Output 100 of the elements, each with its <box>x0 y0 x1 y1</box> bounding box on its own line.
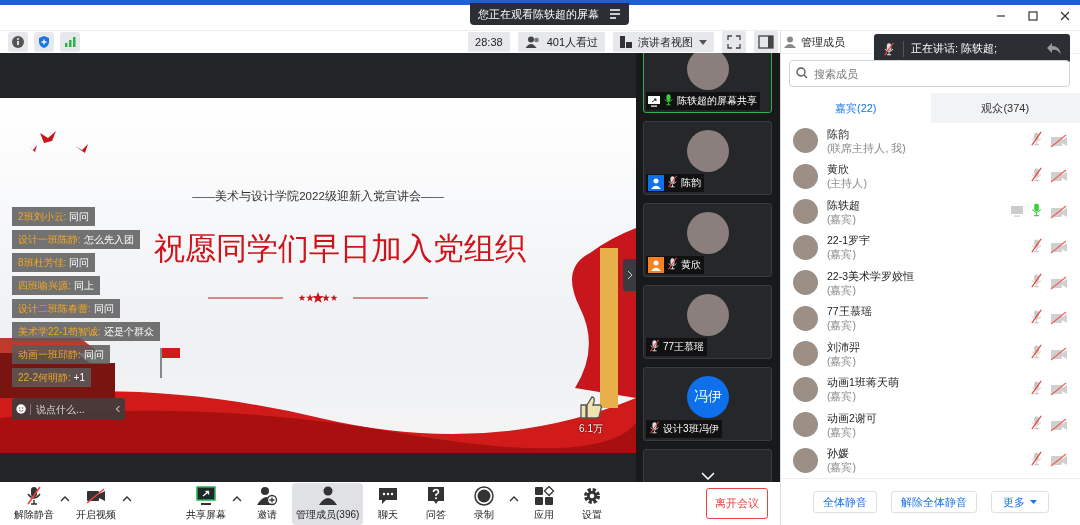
like-count: 6.1万 <box>579 422 603 436</box>
chat-message: 设计二班陈春蕾: 同问 <box>12 299 120 318</box>
member-name: 动画2谢可 <box>827 410 877 425</box>
member-row[interactable]: 动画1班蒋天萌 (嘉宾) <box>781 371 1080 407</box>
emoji-icon[interactable] <box>16 402 27 416</box>
member-row[interactable]: 22-3美术学罗姣恒 (嘉宾) <box>781 265 1080 301</box>
participant-name: 设计3班冯伊 <box>663 422 719 436</box>
caret-icon[interactable] <box>232 495 242 502</box>
avatar-photo-placeholder <box>793 412 818 438</box>
muted-mic-icon <box>666 175 679 188</box>
member-row[interactable]: 动画2谢可 (嘉宾) <box>781 407 1080 443</box>
member-role: (嘉宾) <box>827 282 857 297</box>
toolbar-button[interactable]: 聊天 <box>365 482 412 525</box>
meeting-timer: 28:38 <box>468 32 510 52</box>
chat-message: 美术学22-1苟智诚: 还是个群众 <box>12 322 160 341</box>
chat-message: 22-2何明静: +1 <box>12 368 91 387</box>
avatar-photo-placeholder <box>686 212 729 254</box>
members-icon <box>316 485 339 506</box>
video-off-icon <box>1050 204 1068 219</box>
avatar-photo-placeholder <box>793 128 818 154</box>
member-row[interactable]: 黄欣 (主持人) <box>781 158 1080 194</box>
caret-icon[interactable] <box>509 495 520 502</box>
toolbar-button[interactable]: 共享屏幕 <box>182 482 230 525</box>
caret-icon[interactable] <box>122 495 132 502</box>
video-tile[interactable]: 77王慕瑶 <box>643 285 772 359</box>
toolbar-button[interactable]: 开启视频 <box>72 482 120 525</box>
chat-input-bar[interactable]: 说点什么... <box>12 398 125 420</box>
video-off-icon <box>1050 382 1068 397</box>
toolbar-button[interactable]: 录制 <box>461 482 508 525</box>
view-mode-dropdown[interactable]: 演讲者视图 <box>613 32 714 52</box>
member-row[interactable]: 孙媛 (嘉宾) <box>781 442 1080 478</box>
expand-handle[interactable] <box>623 259 636 291</box>
member-row[interactable]: 刘沛羿 (嘉宾) <box>781 336 1080 372</box>
avatar-photo-placeholder <box>686 130 729 172</box>
toolbar-button[interactable]: 设置 <box>569 482 616 525</box>
caret-icon <box>1029 500 1037 504</box>
avatar-photo-placeholder <box>793 163 818 189</box>
member-row[interactable]: 陈轶超 (嘉宾) <box>781 194 1080 230</box>
close-icon[interactable] <box>1060 11 1070 21</box>
member-row[interactable]: 77王慕瑶 (嘉宾) <box>781 300 1080 336</box>
toolbar-button[interactable]: 邀请 <box>244 482 290 525</box>
member-tab[interactable]: 观众(374) <box>930 93 1080 123</box>
video-off-icon <box>1050 453 1068 468</box>
toolbar-button[interactable]: 问答 <box>413 482 460 525</box>
muted-mic-icon <box>648 421 661 434</box>
muted-mic-icon <box>1029 415 1044 431</box>
video-off-icon <box>1050 240 1068 255</box>
avatar-photo-placeholder <box>793 376 818 402</box>
member-row[interactable]: 22-1罗宇 (嘉宾) <box>781 229 1080 265</box>
avatar-photo-placeholder <box>686 294 729 336</box>
initials-avatar: 冯伊 <box>686 376 729 418</box>
toolbar-button[interactable]: 解除静音 <box>10 482 58 525</box>
avatar-photo-placeholder <box>686 53 729 90</box>
member-name: 22-1罗宇 <box>827 233 870 248</box>
fullscreen-icon[interactable] <box>722 31 746 53</box>
menu-icon[interactable] <box>609 9 621 19</box>
thumbs-up-icon[interactable] <box>578 394 604 420</box>
member-role: (嘉宾) <box>827 460 856 475</box>
side-panel-icon[interactable] <box>754 31 778 53</box>
leave-meeting-button[interactable]: 离开会议 <box>706 488 768 519</box>
avatar-photo-placeholder <box>793 199 818 225</box>
muted-mic-icon <box>648 339 661 352</box>
maximize-icon[interactable] <box>1028 11 1038 21</box>
screen-share-icon <box>648 95 660 107</box>
panel-button[interactable]: 解除全体静音 <box>890 491 977 513</box>
muted-mic-icon <box>1029 308 1044 324</box>
slide-subtitle: ——美术与设计学院2022级迎新入党宣讲会—— <box>192 189 444 204</box>
member-name: 陈轶超 <box>827 197 860 212</box>
scroll-down-icon[interactable] <box>700 472 715 480</box>
avatar-photo-placeholder <box>793 447 818 473</box>
chat-input-field[interactable]: 说点什么... <box>30 403 112 415</box>
reply-arrow-icon[interactable] <box>1046 41 1062 56</box>
chat-message: 8班杜芳佳: 同问 <box>12 253 96 272</box>
video-tile[interactable]: 陈轶超的屏幕共享 <box>643 53 772 113</box>
member-row[interactable]: 陈韵 (联席主持人, 我) <box>781 123 1080 159</box>
collapse-icon[interactable] <box>115 404 121 414</box>
toolbar-button[interactable]: 管理成员(396) <box>292 482 364 525</box>
toolbar-button[interactable]: 应用 <box>521 482 568 525</box>
shield-icon[interactable] <box>34 32 54 52</box>
panel-button[interactable]: 全体静音 <box>812 491 877 513</box>
record-icon <box>473 485 496 506</box>
info-icon[interactable] <box>8 32 28 52</box>
member-search-field[interactable]: 搜索成员 <box>789 60 1070 87</box>
viewer-count[interactable]: 401人看过 <box>517 32 605 52</box>
mic-icon <box>662 93 675 106</box>
chat-message: 动画一班邱静: 同问 <box>12 345 110 364</box>
video-tile[interactable]: 黄欣 <box>643 203 772 277</box>
avatar-photo-placeholder <box>793 234 818 260</box>
video-off-icon <box>1050 275 1068 290</box>
notice-text: 您正在观看陈轶超的屏幕 <box>478 6 599 22</box>
chat-message: 四班喻兴源: 同上 <box>12 276 100 295</box>
panel-button[interactable]: 更多 <box>990 491 1049 513</box>
slide-headline: 祝愿同学们早日加入党组织 <box>154 230 526 268</box>
video-off-icon <box>1050 311 1068 326</box>
video-tile[interactable]: 陈韵 <box>643 121 772 195</box>
caret-icon[interactable] <box>60 495 70 502</box>
avatar-photo-placeholder <box>793 270 818 296</box>
video-off-icon <box>1050 346 1068 361</box>
member-name: 动画1班蒋天萌 <box>827 375 899 390</box>
video-tile[interactable]: 冯伊 设计3班冯伊 <box>643 367 772 441</box>
